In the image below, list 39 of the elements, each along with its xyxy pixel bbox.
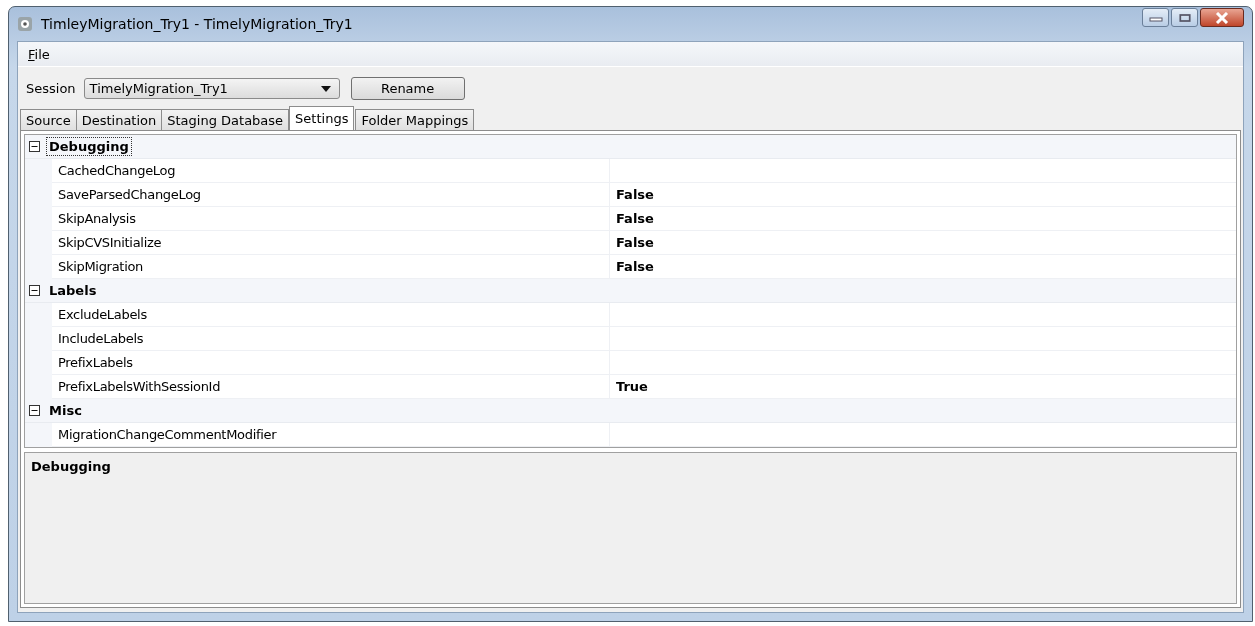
- dropdown-arrow-icon: [320, 85, 331, 92]
- property-name[interactable]: CachedChangeLog: [52, 159, 610, 182]
- window-title: TimleyMigration_Try1 - TimelyMigration_Try1: [41, 16, 353, 32]
- close-button[interactable]: [1200, 8, 1244, 27]
- property-name[interactable]: MigrationChangeCommentModifier: [52, 423, 610, 446]
- property-name[interactable]: SkipCVSInitialize: [52, 231, 610, 254]
- description-title: Debugging: [31, 459, 111, 474]
- property-name[interactable]: PrefixLabelsWithSessionId: [52, 375, 610, 398]
- session-label: Session: [26, 81, 76, 96]
- session-dropdown[interactable]: TimelyMigration_Try1: [83, 78, 340, 99]
- gear-icon: [17, 16, 33, 32]
- property-name[interactable]: SkipAnalysis: [52, 207, 610, 230]
- property-value[interactable]: False: [616, 211, 654, 226]
- tab[interactable]: Source: [20, 109, 77, 130]
- property-value[interactable]: False: [616, 187, 654, 202]
- collapse-icon[interactable]: [29, 285, 40, 296]
- property-value[interactable]: False: [616, 235, 654, 250]
- category-header[interactable]: Debugging: [46, 137, 132, 156]
- property-name[interactable]: ExcludeLabels: [52, 303, 610, 326]
- property-name[interactable]: IncludeLabels: [52, 327, 610, 350]
- collapse-icon[interactable]: [29, 405, 40, 416]
- tab[interactable]: Destination: [75, 109, 163, 130]
- property-name[interactable]: PrefixLabels: [52, 351, 610, 374]
- property-value[interactable]: True: [616, 379, 648, 394]
- collapse-icon[interactable]: [29, 141, 40, 152]
- minimize-button[interactable]: [1142, 8, 1169, 27]
- maximize-button[interactable]: [1171, 8, 1198, 27]
- property-name[interactable]: SaveParsedChangeLog: [52, 183, 610, 206]
- property-value[interactable]: False: [616, 259, 654, 274]
- menu-item[interactable]: File: [24, 46, 54, 62]
- tab[interactable]: Settings: [289, 106, 355, 130]
- category-header[interactable]: Misc: [46, 401, 85, 420]
- rename-button[interactable]: Rename: [350, 77, 465, 100]
- maximize-icon: [1178, 12, 1191, 23]
- tab[interactable]: Staging Database: [161, 109, 290, 130]
- property-name[interactable]: SkipMigration: [52, 255, 610, 278]
- close-icon: [1214, 11, 1230, 24]
- tab[interactable]: Folder Mappings: [355, 109, 475, 130]
- category-header[interactable]: Labels: [46, 281, 100, 300]
